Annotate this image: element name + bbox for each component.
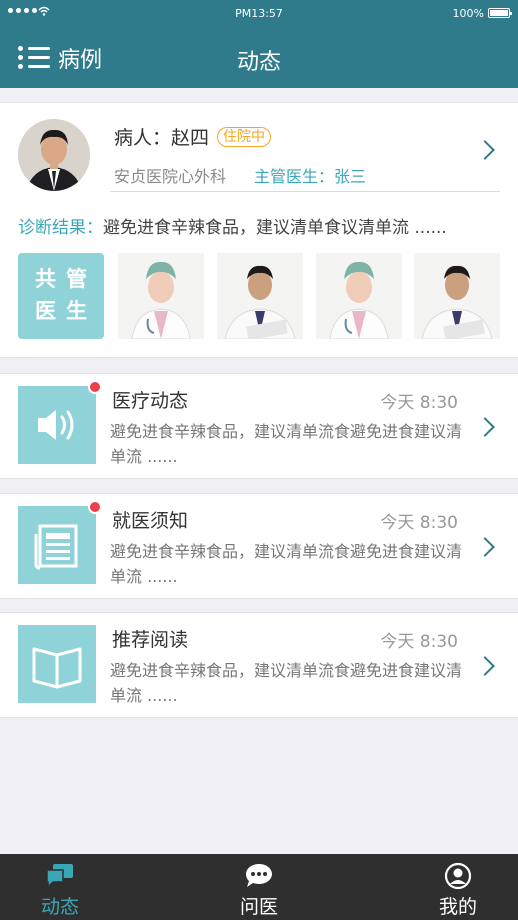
co-managing-doctors-label[interactable]: 共管医生 — [18, 253, 104, 339]
top-navigation-bar: PM13:57 100% 病例 动态 — [0, 0, 518, 88]
status-time: PM13:57 — [235, 7, 283, 20]
battery-percent: 100% — [452, 7, 484, 20]
department-row: 安贞医院心外科 主管医生：张三 — [114, 163, 366, 187]
case-menu-button[interactable]: 病例 — [18, 42, 102, 74]
tab-updates[interactable]: 动态 — [0, 854, 120, 920]
doctor-photo[interactable] — [217, 253, 303, 339]
unread-dot — [88, 380, 102, 394]
chevron-right-icon — [475, 537, 495, 557]
feed-time: 今天 8:30 — [380, 393, 458, 413]
diagnosis: 诊断结果：避免进食辛辣食品，建议清单食议清单流 ...... — [18, 213, 447, 238]
feed-item-recommended-reading[interactable]: 推荐阅读 今天 8:30 避免进食辛辣食品，建议清单流食避免进食建议清单流 ..… — [0, 612, 518, 718]
department: 安贞医院心外科 — [114, 167, 227, 186]
feed-text: 避免进食辛辣食品，建议清单流食避免进食建议清单流 ...... — [110, 661, 463, 705]
feed-title: 就医须知 — [112, 510, 189, 532]
feed-item-medical-updates[interactable]: 医疗动态 今天 8:30 避免进食辛辣食品，建议清单流食避免进食建议清单流 ..… — [0, 373, 518, 479]
chat-dots-icon — [246, 864, 272, 887]
patient-card[interactable]: 病人：赵四 住院中 安贞医院心外科 主管医生：张三 诊断结果：避免进食辛辣食品，… — [0, 102, 518, 358]
unread-dot — [88, 500, 102, 514]
newspaper-icon — [18, 506, 96, 584]
list-menu-icon — [18, 45, 50, 71]
diagnosis-key: 诊断结果： — [18, 218, 103, 238]
feed-title: 医疗动态 — [112, 390, 189, 412]
feed-item-visit-notice[interactable]: 就医须知 今天 8:30 避免进食辛辣食品，建议清单流食避免进食建议清单流 ..… — [0, 493, 518, 599]
doctor-photo[interactable] — [118, 253, 204, 339]
feed-title: 推荐阅读 — [112, 629, 189, 651]
book-icon — [18, 625, 96, 703]
feed-text: 避免进食辛辣食品，建议清单流食避免进食建议清单流 ...... — [110, 542, 463, 586]
tab-profile[interactable]: 我的 — [398, 854, 518, 920]
tab-label: 问医 — [239, 896, 278, 918]
chevron-right-icon — [475, 417, 495, 437]
patient-avatar — [18, 119, 90, 191]
feed-time: 今天 8:30 — [380, 632, 458, 652]
tab-label: 我的 — [438, 896, 477, 918]
feed-time: 今天 8:30 — [380, 513, 458, 533]
user-icon — [444, 862, 472, 890]
doctor-photo[interactable] — [414, 253, 500, 339]
status-bar: PM13:57 100% — [0, 0, 518, 26]
doctor-photo[interactable] — [316, 253, 402, 339]
feed-text: 避免进食辛辣食品，建议清单流食避免进食建议清单流 ...... — [110, 422, 463, 466]
chevron-right-icon[interactable] — [475, 140, 495, 160]
patient-name: 病人：赵四 — [114, 127, 210, 149]
bottom-tab-bar: 动态 问医 我的 — [0, 854, 518, 920]
status-badge: 住院中 — [217, 126, 272, 147]
speaker-icon — [18, 386, 96, 464]
battery-icon — [488, 8, 512, 18]
chat-bubbles-icon — [46, 864, 73, 889]
diagnosis-text: 避免进食辛辣食品，建议清单食议清单流 ...... — [103, 218, 447, 238]
patient-name-row: 病人：赵四 住院中 — [114, 123, 272, 150]
divider — [110, 191, 500, 192]
case-menu-label: 病例 — [58, 48, 103, 73]
tab-label: 动态 — [40, 896, 79, 918]
chevron-right-icon — [475, 656, 495, 676]
tab-ask-doctor[interactable]: 问医 — [199, 854, 319, 920]
attending-doctor[interactable]: 主管医生：张三 — [254, 163, 366, 187]
